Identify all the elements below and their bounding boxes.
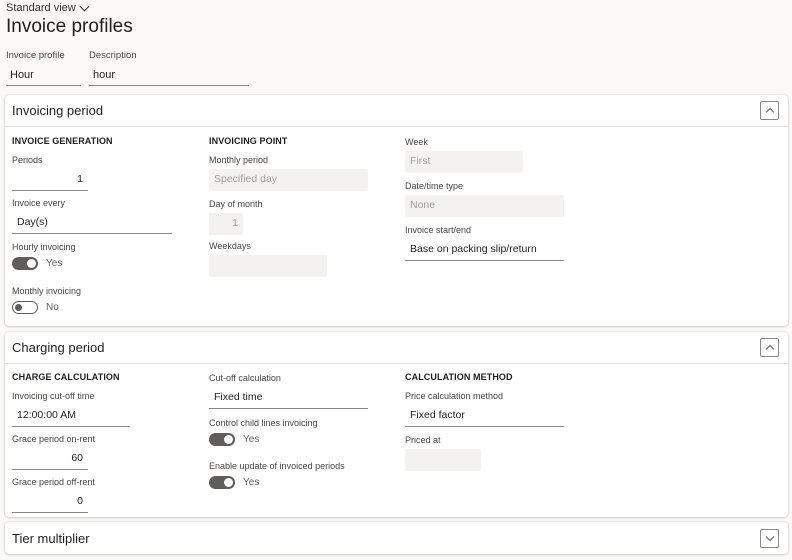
invoice-profile-field: Invoice profile Hour [6, 50, 81, 86]
priced-at-input[interactable] [405, 449, 481, 471]
invoice-start-end-field: Invoice start/end Base on packing slip/r… [405, 225, 564, 261]
invoicing-period-section: Invoicing period INVOICE GENERATION Peri… [5, 95, 788, 326]
enable-update-label: Enable update of invoiced periods [209, 461, 345, 471]
chevron-up-icon [765, 344, 774, 354]
description-field: Description hour [89, 50, 249, 86]
datetime-type-select[interactable]: None [405, 195, 564, 217]
enable-update-toggle[interactable] [209, 476, 235, 489]
calculation-method-heading: CALCULATION METHOD [405, 372, 513, 382]
invoicing-point-heading: INVOICING POINT [209, 136, 288, 146]
grace-on-rent-field: Grace period on-rent 60 [12, 434, 96, 470]
hourly-invoicing-field: Hourly invoicing Yes [12, 242, 76, 270]
grace-on-rent-label: Grace period on-rent [12, 434, 96, 444]
chevron-down-icon [79, 1, 90, 11]
invoicing-period-header[interactable]: Invoicing period [5, 95, 788, 127]
week-select[interactable]: First [405, 151, 523, 173]
weekdays-field: Weekdays [209, 241, 327, 277]
tier-multiplier-title: Tier multiplier [12, 530, 90, 546]
grace-off-rent-field: Grace period off-rent 0 [12, 477, 95, 513]
charging-period-title: Charging period [12, 340, 105, 355]
grace-on-rent-input[interactable]: 60 [12, 448, 88, 470]
monthly-invoicing-field: Monthly invoicing No [12, 286, 81, 314]
monthly-invoicing-value: No [46, 302, 59, 313]
periods-field: Periods 1 [12, 155, 88, 191]
view-selector-label: Standard view [6, 2, 76, 14]
day-of-month-input[interactable]: 1 [209, 213, 243, 235]
priced-at-field: Priced at [405, 435, 481, 471]
invoice-profile-input[interactable]: Hour [6, 66, 81, 86]
cutoff-calculation-field: Cut-off calculation Fixed time [209, 373, 368, 409]
cutoff-time-input[interactable]: 12:00:00 AM [12, 405, 130, 427]
description-label: Description [89, 50, 137, 61]
weekdays-input[interactable] [209, 255, 327, 277]
cutoff-calculation-select[interactable]: Fixed time [209, 387, 368, 409]
day-of-month-field: Day of month 1 [209, 199, 263, 235]
datetime-type-label: Date/time type [405, 181, 464, 191]
enable-update-value: Yes [243, 477, 260, 488]
monthly-period-field: Monthly period Specified day [209, 155, 368, 191]
monthly-period-label: Monthly period [209, 155, 269, 165]
charging-period-header[interactable]: Charging period [5, 332, 788, 364]
tier-multiplier-section: Tier multiplier [5, 522, 788, 554]
control-child-lines-value: Yes [243, 434, 260, 445]
hourly-invoicing-label: Hourly invoicing [12, 242, 76, 252]
chevron-up-icon [765, 107, 774, 117]
charging-period-section: Charging period CHARGE CALCULATION Invoi… [5, 332, 788, 517]
invoice-every-field: Invoice every Day(s) [12, 198, 172, 234]
invoice-start-end-select[interactable]: Base on packing slip/return [405, 239, 564, 261]
invoice-profile-label: Invoice profile [6, 50, 65, 61]
enable-update-field: Enable update of invoiced periods Yes [209, 461, 345, 489]
page-title: Invoice profiles [6, 16, 133, 37]
monthly-invoicing-label: Monthly invoicing [12, 286, 82, 296]
grace-off-rent-input[interactable]: 0 [12, 491, 88, 513]
view-selector[interactable]: Standard view [6, 1, 90, 14]
week-label: Week [405, 137, 428, 147]
priced-at-label: Priced at [405, 435, 441, 445]
invoicing-period-collapse-button[interactable] [760, 101, 779, 120]
tier-multiplier-header[interactable]: Tier multiplier [5, 522, 788, 554]
invoice-start-end-label: Invoice start/end [405, 225, 472, 235]
hourly-invoicing-value: Yes [46, 258, 63, 269]
day-of-month-label: Day of month [209, 199, 263, 209]
monthly-period-select[interactable]: Specified day [209, 169, 368, 191]
week-field: Week First [405, 137, 523, 173]
control-child-lines-toggle[interactable] [209, 433, 235, 446]
invoice-generation-heading: INVOICE GENERATION [12, 136, 113, 146]
grace-off-rent-label: Grace period off-rent [12, 477, 95, 487]
description-input[interactable]: hour [89, 66, 249, 86]
invoice-every-label: Invoice every [12, 198, 66, 208]
cutoff-time-field: Invoicing cut-off time 12:00:00 AM [12, 391, 130, 427]
price-calculation-method-label: Price calculation method [405, 391, 504, 401]
datetime-type-field: Date/time type None [405, 181, 564, 217]
invoicing-period-title: Invoicing period [12, 103, 104, 118]
cutoff-time-label: Invoicing cut-off time [12, 391, 95, 401]
weekdays-label: Weekdays [209, 241, 251, 251]
tier-multiplier-expand-button[interactable] [760, 528, 779, 548]
price-calculation-method-select[interactable]: Fixed factor [405, 405, 564, 427]
price-calculation-method-field: Price calculation method Fixed factor [405, 391, 564, 427]
charging-period-collapse-button[interactable] [760, 338, 779, 357]
periods-label: Periods [12, 155, 43, 165]
control-child-lines-field: Control child lines invoicing Yes [209, 418, 318, 446]
periods-input[interactable]: 1 [12, 169, 88, 191]
hourly-invoicing-toggle[interactable] [12, 257, 38, 270]
monthly-invoicing-toggle[interactable] [12, 301, 38, 314]
charge-calculation-heading: CHARGE CALCULATION [12, 372, 120, 382]
cutoff-calculation-label: Cut-off calculation [209, 373, 281, 383]
control-child-lines-label: Control child lines invoicing [209, 418, 318, 428]
invoice-every-select[interactable]: Day(s) [12, 212, 172, 234]
chevron-down-icon [765, 532, 774, 541]
